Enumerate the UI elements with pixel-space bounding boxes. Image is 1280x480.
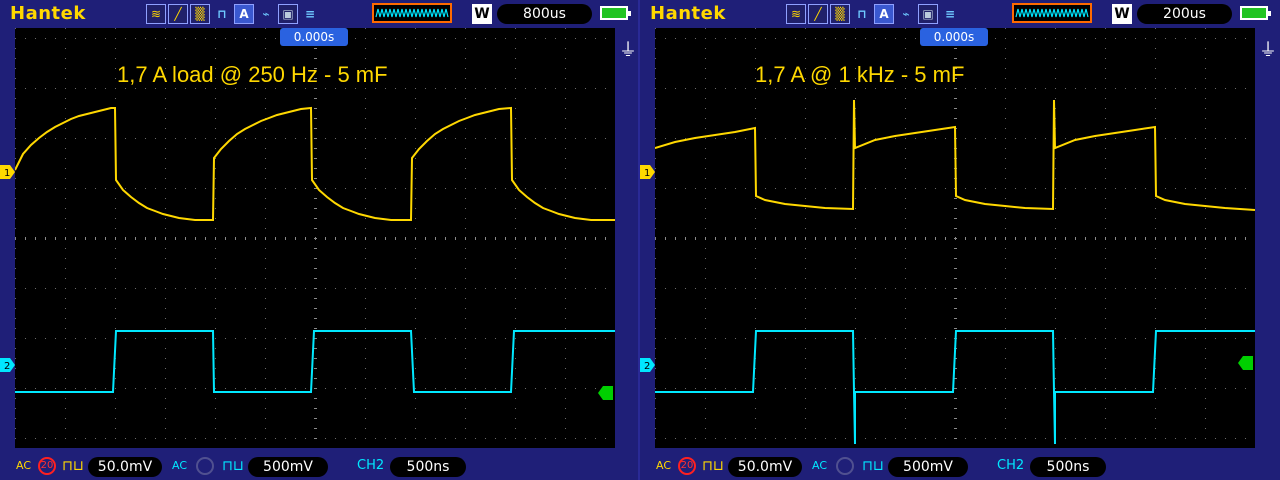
trigger-memory-icon[interactable] <box>372 3 452 23</box>
brand-logo: Hantek <box>650 3 726 24</box>
ch2-marker[interactable]: 2 <box>640 358 655 372</box>
ch2-coupling[interactable]: AC <box>812 458 827 474</box>
timebase-display[interactable]: 800us <box>497 4 592 24</box>
waveform-icon[interactable]: ≋ <box>146 4 166 24</box>
ch2-scale[interactable]: 500mV <box>888 457 968 477</box>
ch1-bw-limit[interactable]: 20 <box>678 457 696 475</box>
svg-text:1: 1 <box>4 168 10 179</box>
ch2-trace <box>655 330 1255 445</box>
ch1-coupling[interactable]: AC <box>16 458 31 474</box>
auto-measure-icon[interactable]: A <box>234 4 254 24</box>
mode-indicator[interactable]: W <box>472 4 492 24</box>
math-wave-icon[interactable]: ▒ <box>190 4 210 24</box>
battery-icon <box>600 6 631 20</box>
ch2-trace <box>15 330 615 393</box>
trigger-position-label: 0.000s <box>920 28 988 46</box>
ch2-bw-limit-icon[interactable] <box>196 457 214 475</box>
square-wave-icon[interactable]: ⊓ <box>212 4 232 24</box>
svg-text:1: 1 <box>644 168 650 179</box>
oscilloscope-right: Hantek ≋ ╱ ▒ ⊓ A ⌁ ▣ ≡ W 200us 0.000s 1,… <box>640 0 1280 480</box>
ch2-bw-limit-icon[interactable] <box>836 457 854 475</box>
ch1-bw-limit[interactable]: 20 <box>38 457 56 475</box>
ref-wave-icon[interactable]: ╱ <box>168 4 188 24</box>
ch1-marker[interactable]: 1 <box>640 165 655 179</box>
trigger-memory-icon[interactable] <box>1012 3 1092 23</box>
trigger-level-marker[interactable] <box>1238 356 1253 370</box>
top-bar: Hantek ≋ ╱ ▒ ⊓ A ⌁ ▣ ≡ W 200us <box>640 0 1280 28</box>
toolbar-icons: ≋ ╱ ▒ ⊓ A ⌁ ▣ ≡ <box>146 4 320 24</box>
save-icon[interactable]: ▣ <box>918 4 938 24</box>
ch1-probe-icon: ⊓⊔ <box>702 458 724 474</box>
save-icon[interactable]: ▣ <box>278 4 298 24</box>
brand-logo: Hantek <box>10 3 86 24</box>
top-bar: Hantek ≋ ╱ ▒ ⊓ A ⌁ ▣ ≡ W 800us <box>0 0 640 28</box>
power-plug-icon: ⏚ <box>1259 40 1277 61</box>
waveform-screen[interactable]: 0.000s 1,7 A @ 1 kHz - 5 mF <box>655 28 1255 448</box>
trigger-source[interactable]: CH2 <box>997 458 1024 473</box>
svg-text:2: 2 <box>4 361 10 372</box>
timebase-display[interactable]: 200us <box>1137 4 1232 24</box>
ch1-trace <box>655 99 1255 211</box>
trigger-value[interactable]: 500ns <box>1030 457 1106 477</box>
probe-icon[interactable]: ⌁ <box>256 4 276 24</box>
probe-icon[interactable]: ⌁ <box>896 4 916 24</box>
auto-measure-icon[interactable]: A <box>874 4 894 24</box>
ch1-marker[interactable]: 1 <box>0 165 15 179</box>
waveform-icon[interactable]: ≋ <box>786 4 806 24</box>
ch2-scale[interactable]: 500mV <box>248 457 328 477</box>
ch1-coupling[interactable]: AC <box>656 458 671 474</box>
menu-icon[interactable]: ≡ <box>300 4 320 24</box>
power-plug-icon: ⏚ <box>619 40 637 61</box>
trigger-level-marker[interactable] <box>598 386 613 400</box>
ref-wave-icon[interactable]: ╱ <box>808 4 828 24</box>
graticule <box>655 28 1255 445</box>
waveform-screen[interactable]: 0.000s 1,7 A load @ 250 Hz - 5 mF <box>15 28 615 448</box>
graticule <box>15 28 615 439</box>
mode-indicator[interactable]: W <box>1112 4 1132 24</box>
math-wave-icon[interactable]: ▒ <box>830 4 850 24</box>
battery-icon <box>1240 6 1271 20</box>
ch1-scale[interactable]: 50.0mV <box>728 457 802 477</box>
ch2-probe-icon: ⊓⊔ <box>222 458 244 474</box>
ch2-probe-icon: ⊓⊔ <box>862 458 884 474</box>
oscilloscope-left: Hantek ≋ ╱ ▒ ⊓ A ⌁ ▣ ≡ W 800us 0.000s 1,… <box>0 0 640 480</box>
bottom-bar: AC 20 ⊓⊔ 50.0mV AC ⊓⊔ 500mV CH2 500ns <box>0 452 640 480</box>
menu-icon[interactable]: ≡ <box>940 4 960 24</box>
bottom-bar: AC 20 ⊓⊔ 50.0mV AC ⊓⊔ 500mV CH2 500ns <box>640 452 1280 480</box>
square-wave-icon[interactable]: ⊓ <box>852 4 872 24</box>
ch1-probe-icon: ⊓⊔ <box>62 458 84 474</box>
ch2-marker[interactable]: 2 <box>0 358 15 372</box>
annotation-text: 1,7 A load @ 250 Hz - 5 mF <box>117 62 388 87</box>
ch1-scale[interactable]: 50.0mV <box>88 457 162 477</box>
trigger-source[interactable]: CH2 <box>357 458 384 473</box>
trigger-value[interactable]: 500ns <box>390 457 466 477</box>
ch1-trace <box>15 106 615 221</box>
annotation-text: 1,7 A @ 1 kHz - 5 mF <box>755 62 965 87</box>
svg-text:2: 2 <box>644 361 650 372</box>
ch2-coupling[interactable]: AC <box>172 458 187 474</box>
toolbar-icons: ≋ ╱ ▒ ⊓ A ⌁ ▣ ≡ <box>786 4 960 24</box>
trigger-position-label: 0.000s <box>280 28 348 46</box>
